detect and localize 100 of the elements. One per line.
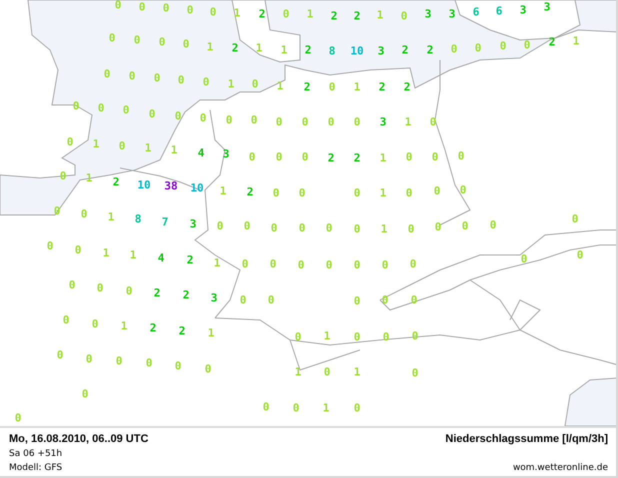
precipitation-value: 0 <box>96 282 104 294</box>
model-run: Sa 06 +51h <box>9 448 62 461</box>
precipitation-value: 1 <box>130 250 136 260</box>
precipitation-value: 0 <box>500 40 506 52</box>
precipitation-value: 2 <box>304 44 312 56</box>
precipitation-value: 3 <box>448 8 456 20</box>
precipitation-value: 0 <box>354 224 360 234</box>
precipitation-value: 1 <box>322 402 330 414</box>
precipitation-value: 1 <box>354 82 360 92</box>
precipitation-value: 0 <box>202 76 210 88</box>
precipitation-value: 0 <box>354 402 360 414</box>
precipitation-value: 2 <box>378 82 386 92</box>
precipitation-value: 1 <box>404 116 412 128</box>
precipitation-value: 1 <box>354 366 360 378</box>
precipitation-value: 2 <box>548 36 556 48</box>
precipitation-value: 2 <box>150 322 156 334</box>
precipitation-value: 2 <box>354 10 360 22</box>
precipitation-value: 2 <box>328 152 334 164</box>
precipitation-value: 0 <box>174 360 182 372</box>
precipitation-value: 3 <box>380 116 386 128</box>
precipitation-value: 2 <box>404 82 410 92</box>
precipitation-value: 0 <box>250 114 258 126</box>
precipitation-value: 0 <box>80 208 88 220</box>
precipitation-value: 0 <box>460 184 466 196</box>
precipitation-value: 0 <box>210 6 216 18</box>
precipitation-value: 0 <box>104 68 110 80</box>
precipitation-value: 4 <box>198 148 204 158</box>
precipitation-value: 2 <box>112 176 120 188</box>
precipitation-value: 0 <box>270 258 276 270</box>
precipitation-value: 1 <box>380 152 386 164</box>
precipitation-value: 0 <box>324 366 330 378</box>
precipitation-value: 0 <box>148 108 156 120</box>
precipitation-value: 0 <box>276 116 282 128</box>
precipitation-value: 1 <box>572 36 580 46</box>
precipitation-value: 0 <box>62 314 70 326</box>
precipitation-value: 1 <box>206 42 214 52</box>
precipitation-value: 0 <box>108 32 116 44</box>
precipitation-value: 1 <box>376 10 384 20</box>
precipitation-value: 1 <box>170 144 178 156</box>
precipitation-value: 0 <box>430 116 436 128</box>
precipitation-value: 0 <box>354 260 360 270</box>
precipitation-value: 0 <box>186 4 194 16</box>
precipitation-value: 0 <box>118 140 126 152</box>
precipitation-value: 0 <box>572 214 578 224</box>
precipitation-value: 7 <box>162 216 168 228</box>
precipitation-value: 0 <box>354 188 360 198</box>
precipitation-value: 0 <box>128 70 136 82</box>
precipitation-value: 1 <box>380 188 386 198</box>
precipitation-value: 3 <box>544 2 550 12</box>
precipitation-value: 1 <box>214 258 220 268</box>
precipitation-value: 0 <box>60 170 66 182</box>
precipitation-value: 0 <box>298 188 306 198</box>
precipitation-value: 0 <box>122 104 130 116</box>
precipitation-value: 0 <box>158 36 166 48</box>
precipitation-value: 0 <box>216 220 224 232</box>
precipitation-value: 0 <box>200 112 206 124</box>
precipitation-value: 0 <box>56 350 64 360</box>
precipitation-value: 3 <box>424 8 432 20</box>
precipitation-value: 1 <box>256 42 262 54</box>
precipitation-value: 0 <box>262 402 270 412</box>
precipitation-value: 0 <box>434 186 440 196</box>
precipitation-value: 1 <box>208 328 214 338</box>
precipitation-value: 2 <box>186 254 194 266</box>
precipitation-value: 0 <box>292 402 300 414</box>
precipitation-value: 0 <box>226 114 232 126</box>
precipitation-value: 2 <box>246 186 254 198</box>
source-url: wom.wetteronline.de <box>512 462 608 475</box>
map-title: Niederschlagssumme [l/qm/3h] <box>445 432 608 447</box>
precipitation-value: 0 <box>410 294 418 306</box>
precipitation-value: 0 <box>242 258 248 270</box>
precipitation-value: 10 <box>137 180 151 190</box>
precipitation-value: 0 <box>178 74 184 86</box>
precipitation-value: 0 <box>432 152 438 162</box>
precipitation-value: 0 <box>294 332 302 342</box>
precipitation-value: 0 <box>68 280 76 290</box>
precipitation-value: 3 <box>190 218 196 230</box>
precipitation-value: 0 <box>302 152 308 162</box>
precipitation-value: 2 <box>402 44 408 56</box>
precipitation-value: 2 <box>258 8 266 20</box>
precipitation-value: 0 <box>240 294 246 306</box>
precipitation-value: 0 <box>146 358 152 368</box>
precipitation-value: 6 <box>472 6 480 18</box>
precipitation-value: 2 <box>304 82 310 92</box>
precipitation-value: 0 <box>154 72 160 84</box>
precipitation-value: 0 <box>382 294 388 306</box>
precipitation-value: 0 <box>450 44 458 54</box>
precipitation-value: 1 <box>86 172 92 184</box>
precipitation-value: 2 <box>426 44 434 56</box>
precipitation-value: 0 <box>406 188 412 198</box>
precipitation-value: 0 <box>326 222 332 234</box>
precipitation-value: 0 <box>86 354 92 364</box>
precipitation-value: 0 <box>82 388 88 400</box>
precipitation-value: 0 <box>302 116 308 128</box>
precipitation-value: 0 <box>98 102 104 114</box>
precipitation-value: 1 <box>108 212 114 222</box>
precipitation-value: 8 <box>134 214 142 224</box>
model-name: Modell: GFS <box>9 462 62 475</box>
precipitation-value: 0 <box>400 10 408 22</box>
precipitation-value: 0 <box>116 356 122 366</box>
precipitation-value: 0 <box>248 152 256 162</box>
